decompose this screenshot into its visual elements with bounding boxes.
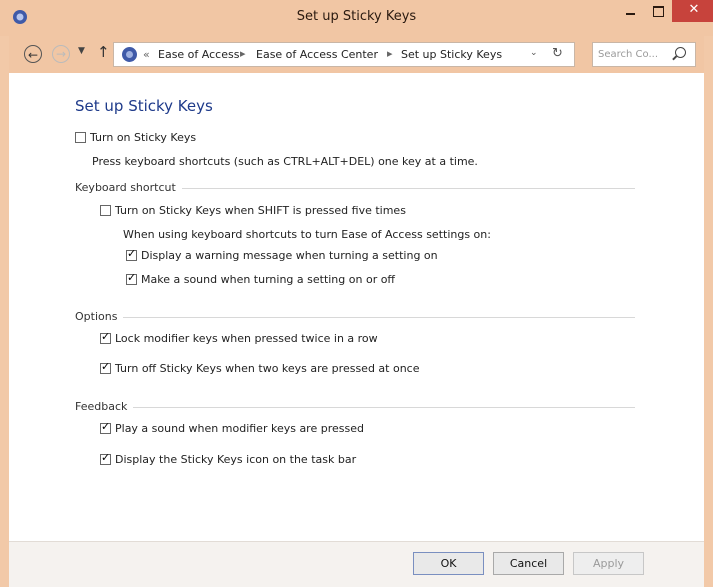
search-input[interactable]	[598, 47, 672, 62]
breadcrumb-overflow[interactable]: «	[143, 48, 150, 61]
navigation-bar: ← → ▼ ↑ « Ease of Access ▸ Ease of Acces…	[9, 36, 704, 73]
breadcrumb-ease-of-access[interactable]: Ease of Access	[158, 48, 239, 61]
checkbox-label: Make a sound when turning a setting on o…	[141, 273, 396, 286]
checkbox-box[interactable]	[126, 271, 137, 285]
feedback-section-header: Feedback	[75, 400, 635, 414]
checkbox-box[interactable]	[100, 420, 111, 434]
up-arrow-icon[interactable]: ↑	[97, 43, 110, 61]
make-sound-checkbox[interactable]: Make a sound when turning a setting on o…	[126, 271, 396, 286]
turn-off-two-keys-checkbox[interactable]: Turn off Sticky Keys when two keys are p…	[100, 360, 420, 375]
settings-content: Set up Sticky Keys Turn on Sticky Keys P…	[9, 73, 704, 541]
checkbox-box[interactable]	[100, 330, 111, 344]
refresh-icon[interactable]: ↻	[552, 46, 563, 61]
minimize-button[interactable]	[617, 0, 644, 22]
search-box[interactable]	[592, 42, 696, 67]
apply-button[interactable]: Apply	[573, 552, 644, 575]
display-taskbar-icon-checkbox[interactable]: Display the Sticky Keys icon on the task…	[100, 451, 357, 466]
checkbox-label: Play a sound when modifier keys are pres…	[115, 422, 364, 435]
turn-on-description: Press keyboard shortcuts (such as CTRL+A…	[92, 155, 478, 168]
breadcrumb-set-up-sticky-keys[interactable]: Set up Sticky Keys	[401, 48, 502, 61]
search-icon[interactable]	[675, 47, 686, 58]
recent-locations-chevron-icon[interactable]: ▼	[78, 46, 85, 56]
maximize-button[interactable]	[645, 0, 672, 22]
dialog-footer: OK Cancel Apply	[9, 541, 704, 587]
play-sound-modifier-checkbox[interactable]: Play a sound when modifier keys are pres…	[100, 420, 364, 435]
cancel-button[interactable]: Cancel	[493, 552, 564, 575]
title-bar[interactable]: Set up Sticky Keys	[0, 0, 713, 36]
checkbox-box[interactable]	[100, 205, 111, 216]
checkbox-box[interactable]	[100, 451, 111, 465]
breadcrumb-separator-icon[interactable]: ▸	[240, 47, 246, 60]
back-arrow-icon[interactable]: ←	[24, 45, 42, 63]
section-heading: Keyboard shortcut	[75, 181, 182, 194]
checkbox-label: Turn on Sticky Keys when SHIFT is presse…	[115, 204, 406, 217]
control-panel-icon	[122, 47, 137, 62]
checkbox-label: Turn off Sticky Keys when two keys are p…	[115, 362, 420, 375]
when-using-shortcuts-text: When using keyboard shortcuts to turn Ea…	[123, 228, 491, 241]
shift-five-times-checkbox[interactable]: Turn on Sticky Keys when SHIFT is presse…	[100, 204, 406, 217]
ok-button[interactable]: OK	[413, 552, 484, 575]
section-divider	[75, 317, 635, 318]
window-title: Set up Sticky Keys	[296, 9, 417, 24]
address-bar[interactable]: « Ease of Access ▸ Ease of Access Center…	[113, 42, 575, 67]
page-title: Set up Sticky Keys	[75, 97, 213, 115]
checkbox-label: Display a warning message when turning a…	[141, 249, 438, 262]
breadcrumb-separator-icon[interactable]: ▸	[387, 47, 393, 60]
close-button[interactable]	[672, 0, 713, 22]
breadcrumb-ease-of-access-center[interactable]: Ease of Access Center	[256, 48, 378, 61]
section-heading: Options	[75, 310, 124, 323]
window: Set up Sticky Keys ← → ▼ ↑ « Ease of Acc…	[0, 0, 713, 587]
turn-on-sticky-keys-checkbox[interactable]: Turn on Sticky Keys	[75, 131, 196, 144]
display-warning-checkbox[interactable]: Display a warning message when turning a…	[126, 247, 438, 262]
checkbox-label: Lock modifier keys when pressed twice in…	[115, 332, 378, 345]
options-section-header: Options	[75, 310, 635, 324]
checkbox-label: Display the Sticky Keys icon on the task…	[115, 453, 357, 466]
checkbox-label: Turn on Sticky Keys	[90, 131, 197, 144]
checkbox-box[interactable]	[100, 360, 111, 374]
checkbox-box[interactable]	[75, 132, 86, 143]
section-heading: Feedback	[75, 400, 134, 413]
checkbox-box[interactable]	[126, 247, 137, 261]
lock-modifier-keys-checkbox[interactable]: Lock modifier keys when pressed twice in…	[100, 330, 378, 345]
address-dropdown-chevron-icon[interactable]: ⌄	[530, 48, 538, 58]
keyboard-shortcut-section-header: Keyboard shortcut	[75, 181, 635, 195]
forward-arrow-icon[interactable]: →	[52, 45, 70, 63]
section-divider	[75, 407, 635, 408]
